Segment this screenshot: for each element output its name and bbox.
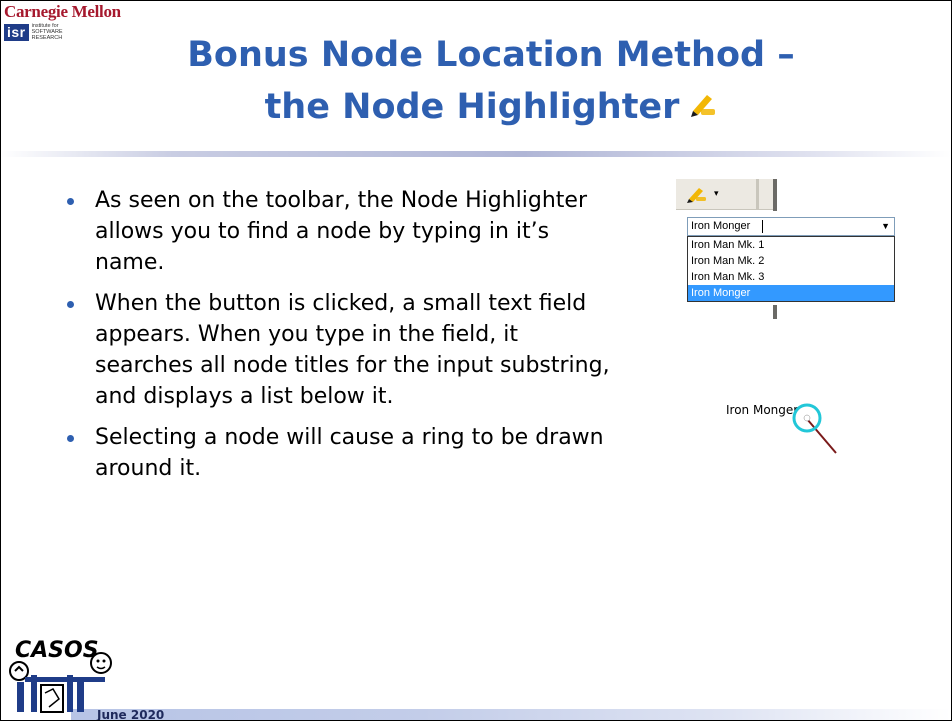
list-item[interactable]: Iron Man Mk. 1	[688, 237, 894, 253]
toolbar-separator	[756, 179, 759, 209]
highlighter-pen-icon	[687, 82, 717, 134]
title-line-1: Bonus Node Location Method –	[187, 35, 795, 75]
bullet-item: As seen on the toolbar, the Node Highlig…	[61, 185, 621, 278]
casos-logo: CASOS	[9, 638, 112, 713]
toolbar-separator	[773, 305, 777, 319]
casos-logo-text: CASOS	[15, 638, 99, 663]
list-item-selected[interactable]: Iron Monger	[688, 285, 894, 301]
toolbar-separator	[773, 179, 777, 211]
footer-divider	[71, 709, 951, 720]
node-edge	[806, 418, 837, 454]
bullet-dot	[67, 435, 74, 442]
node-ring-illustration	[792, 403, 837, 454]
slide-title: Bonus Node Location Method – the Node Hi…	[81, 29, 901, 134]
bullet-dot	[67, 301, 74, 308]
isr-logo-text: institute for SOFTWARE RESEARCH	[31, 23, 63, 41]
toolbar-screenshot: ▾ Iron Monger ▼ Iron Man Mk. 1 Iron Man …	[676, 179, 901, 321]
footer-date: June 2020	[97, 708, 165, 721]
node-dot	[803, 414, 811, 422]
node-suggestion-list: Iron Man Mk. 1 Iron Man Mk. 2 Iron Man M…	[687, 236, 895, 302]
bullet-list: As seen on the toolbar, the Node Highlig…	[61, 185, 621, 494]
slide: Carnegie Mellon isr institute for SOFTWA…	[0, 0, 952, 721]
title-line-2: the Node Highlighter	[81, 81, 901, 134]
dropdown-arrow-icon[interactable]: ▼	[881, 218, 890, 235]
isr-logo: isr institute for SOFTWARE RESEARCH	[4, 23, 63, 41]
title-divider	[1, 151, 951, 157]
node-search-input[interactable]: Iron Monger	[691, 218, 750, 235]
cmu-logo: Carnegie Mellon	[4, 2, 121, 21]
bullet-item: When the button is clicked, a small text…	[61, 288, 621, 412]
node-search-combo[interactable]: Iron Monger ▼	[687, 217, 895, 236]
bullet-dot	[67, 198, 74, 205]
isr-logo-mark: isr	[4, 23, 29, 41]
list-item[interactable]: Iron Man Mk. 3	[688, 269, 894, 285]
bullet-item: Selecting a node will cause a ring to be…	[61, 422, 621, 484]
chevron-down-icon[interactable]: ▾	[714, 189, 719, 199]
list-item[interactable]: Iron Man Mk. 2	[688, 253, 894, 269]
highlighter-button[interactable]	[686, 185, 708, 207]
text-caret	[762, 220, 763, 233]
